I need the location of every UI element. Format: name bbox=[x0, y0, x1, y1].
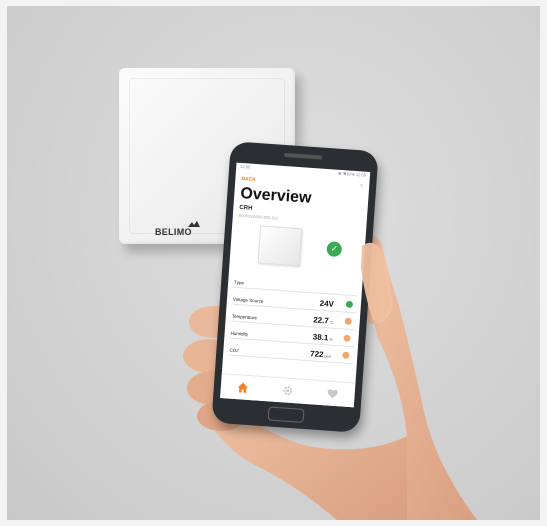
hand-thumb bbox=[361, 242, 390, 321]
photo-background: BELIMO 12:05 ✱ ◥ 92% 12:05 BACK × Overvi… bbox=[7, 6, 540, 520]
